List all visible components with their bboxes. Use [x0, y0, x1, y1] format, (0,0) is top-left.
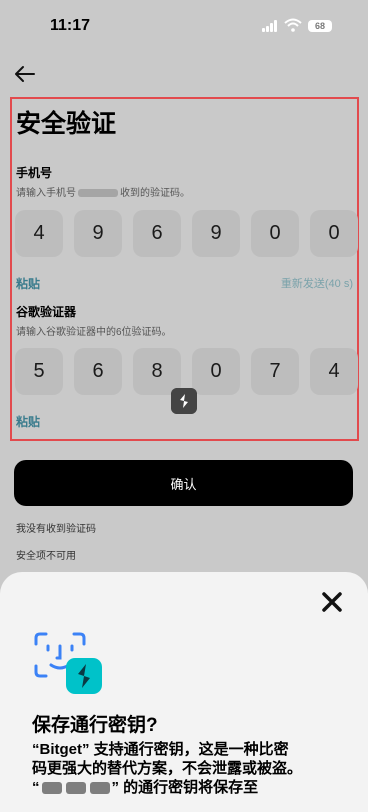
wifi-icon: [284, 18, 302, 32]
phone-code-row[interactable]: 4 9 6 9 0 0: [15, 210, 358, 257]
phone-code-digit-6[interactable]: 0: [310, 210, 358, 257]
masked-account: [89, 782, 110, 795]
security-unavailable-link[interactable]: 安全项不可用: [16, 547, 76, 562]
phone-paste-button[interactable]: 粘贴: [16, 275, 40, 292]
back-arrow-icon[interactable]: [14, 64, 36, 84]
close-icon[interactable]: [320, 590, 344, 614]
google-paste-button[interactable]: 粘贴: [16, 413, 40, 430]
bitget-floating-icon[interactable]: [171, 388, 197, 414]
masked-phone-number: [78, 189, 118, 198]
status-bar: 11:17 68: [0, 0, 368, 52]
no-code-link[interactable]: 我没有收到验证码: [16, 520, 96, 535]
battery-icon: 68: [308, 20, 332, 32]
sheet-title: 保存通行密钥?: [32, 715, 158, 736]
sheet-line-1: “Bitget” 支持通行密钥，这是一种比密: [32, 741, 289, 758]
masked-account: [41, 782, 62, 795]
phone-code-digit-1[interactable]: 4: [15, 210, 63, 257]
phone-code-digit-2[interactable]: 9: [74, 210, 122, 257]
google-code-digit-1[interactable]: 5: [15, 348, 63, 395]
confirm-button[interactable]: 确认: [14, 460, 353, 506]
face-id-icon: [34, 632, 102, 694]
google-auth-hint: 请输入谷歌验证器中的6位验证码。: [16, 327, 172, 338]
phone-label: 手机号: [16, 166, 53, 180]
phone-hint: 请输入手机号 收到的验证码。: [16, 188, 190, 199]
resend-button[interactable]: 重新发送(40 s): [281, 275, 353, 291]
sheet-description: “Bitget” 支持通行密钥，这是一种比密 码更强大的替代方案，不会泄露或被盗…: [32, 740, 344, 797]
sheet-line-3: “” 的通行密钥将保存至: [32, 779, 259, 796]
phone-code-digit-3[interactable]: 6: [133, 210, 181, 257]
phone-code-digit-5[interactable]: 0: [251, 210, 299, 257]
status-time: 11:17: [50, 17, 91, 34]
google-code-digit-2[interactable]: 6: [74, 348, 122, 395]
masked-account: [65, 782, 86, 795]
page-title: 安全验证: [16, 110, 117, 138]
google-auth-label: 谷歌验证器: [16, 305, 77, 319]
cellular-signal-icon: [262, 20, 280, 32]
sheet-line-2: 码更强大的替代方案，不会泄露或被盗。: [32, 760, 303, 777]
google-code-digit-5[interactable]: 7: [251, 348, 299, 395]
google-code-digit-6[interactable]: 4: [310, 348, 358, 395]
phone-code-digit-4[interactable]: 9: [192, 210, 240, 257]
google-code-digit-4[interactable]: 0: [192, 348, 240, 395]
